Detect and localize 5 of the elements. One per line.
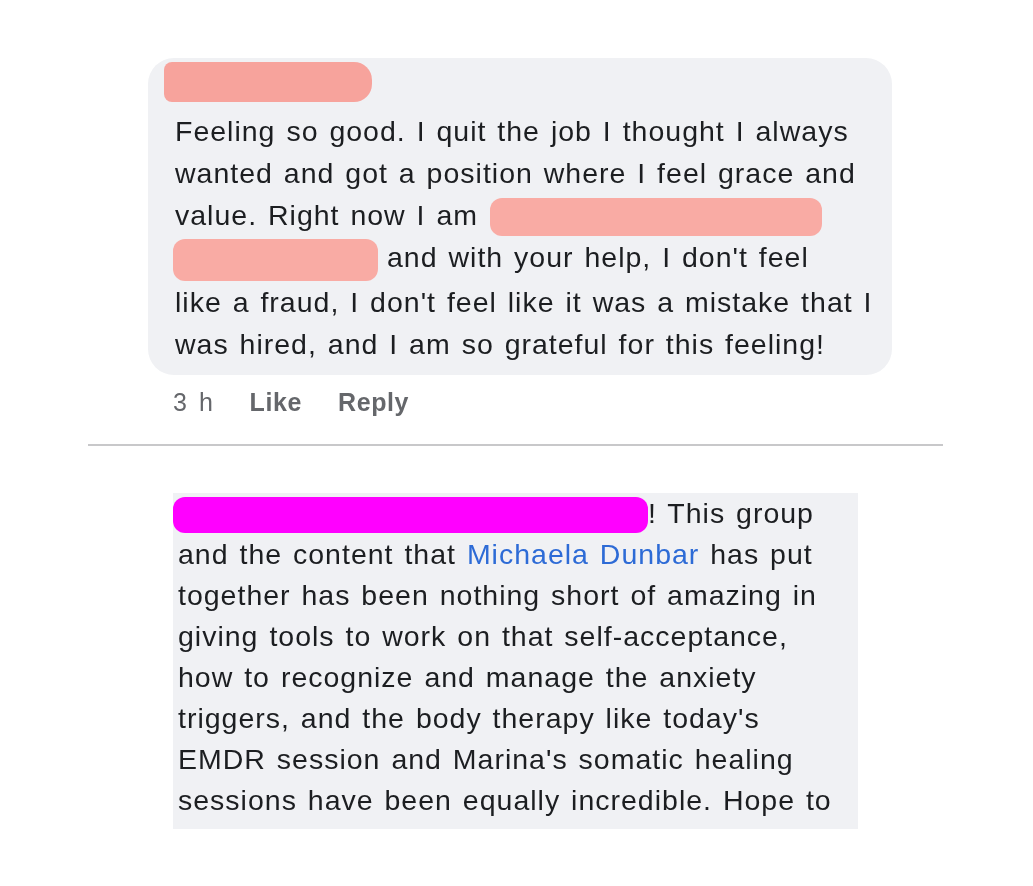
timestamp: 3 h <box>173 386 214 417</box>
comment-text: and with your help, I don't feel like a fraud, I don't feel like it was a mistake that I was hired, and I am so grateful for this feeling! <box>175 241 873 360</box>
profile-link[interactable]: Michaela Dunbar <box>466 537 700 570</box>
reply-button[interactable]: Reply <box>338 386 410 417</box>
like-button[interactable]: Like <box>249 386 302 417</box>
